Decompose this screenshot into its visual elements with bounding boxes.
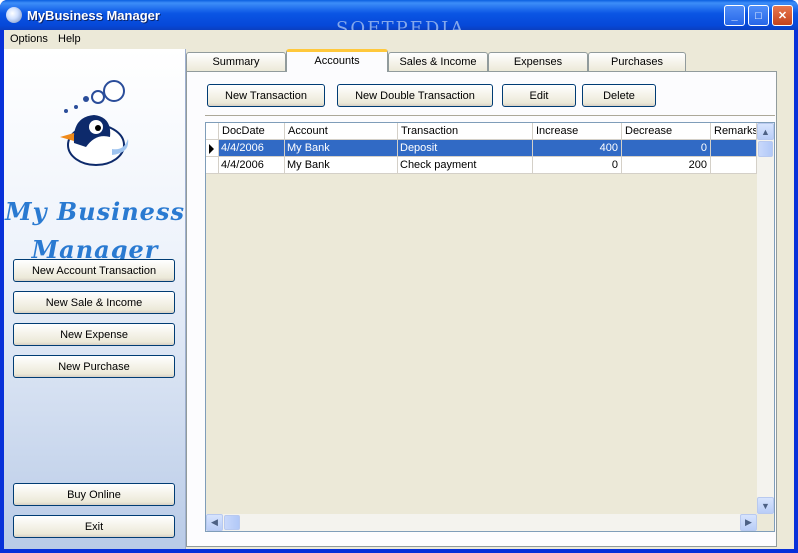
tab-accounts[interactable]: Accounts	[286, 49, 388, 72]
menu-options[interactable]: Options	[10, 33, 48, 45]
menu-bar: Options Help	[4, 30, 794, 49]
scroll-down-icon[interactable]: ▼	[757, 497, 774, 514]
row-header[interactable]	[206, 140, 219, 157]
cell-decrease[interactable]: 200	[622, 157, 711, 174]
horizontal-scrollbar[interactable]: ◀ ▶	[206, 514, 757, 531]
scroll-right-icon[interactable]: ▶	[740, 514, 757, 531]
column-header-increase[interactable]: Increase	[533, 123, 622, 140]
new-account-transaction-button[interactable]: New Account Transaction	[13, 259, 175, 282]
tab-purchases[interactable]: Purchases	[588, 52, 686, 71]
column-header-account[interactable]: Account	[285, 123, 398, 140]
new-transaction-button[interactable]: New Transaction	[207, 84, 325, 107]
column-header-docdate[interactable]: DocDate	[219, 123, 285, 140]
cell-remarks[interactable]	[711, 157, 757, 174]
new-purchase-button[interactable]: New Purchase	[13, 355, 175, 378]
cell-account[interactable]: My Bank	[285, 140, 398, 157]
scroll-corner	[757, 514, 774, 531]
client-area: Options Help My Business Manager New Acc…	[4, 30, 794, 549]
sidebar: My Business Manager New Account Transact…	[4, 49, 186, 549]
brand-line-1: My Business	[5, 197, 185, 226]
column-header-transaction[interactable]: Transaction	[398, 123, 533, 140]
vertical-scroll-thumb[interactable]	[758, 141, 773, 157]
delete-button[interactable]: Delete	[582, 84, 656, 107]
maximize-button[interactable]: □	[748, 5, 769, 26]
cell-docdate[interactable]: 4/4/2006	[219, 140, 285, 157]
column-header-remarks[interactable]: Remarks	[711, 123, 757, 140]
vertical-scrollbar[interactable]: ▲ ▼	[757, 123, 774, 514]
grid-corner	[206, 123, 219, 140]
exit-button[interactable]: Exit	[13, 515, 175, 538]
cell-docdate[interactable]: 4/4/2006	[219, 157, 285, 174]
row-header[interactable]	[206, 157, 219, 174]
horizontal-scroll-thumb[interactable]	[224, 515, 240, 530]
cell-transaction[interactable]: Deposit	[398, 140, 533, 157]
close-button[interactable]: ✕	[772, 5, 793, 26]
toolbar-separator	[205, 115, 775, 116]
cell-increase[interactable]: 0	[533, 157, 622, 174]
app-window: MyBusiness Manager SOFTPEDIA _ □ ✕ Optio…	[0, 0, 798, 553]
tab-control: Summary Accounts Sales & Income Expenses…	[186, 49, 794, 549]
menu-help[interactable]: Help	[58, 33, 81, 45]
scroll-left-icon[interactable]: ◀	[206, 514, 223, 531]
tab-sales-income[interactable]: Sales & Income	[388, 52, 488, 71]
cell-increase[interactable]: 400	[533, 140, 622, 157]
cell-transaction[interactable]: Check payment	[398, 157, 533, 174]
row-pointer-icon	[209, 144, 214, 154]
scroll-up-icon[interactable]: ▲	[757, 123, 774, 140]
new-sale-income-button[interactable]: New Sale & Income	[13, 291, 175, 314]
minimize-button[interactable]: _	[724, 5, 745, 26]
cell-remarks[interactable]	[711, 140, 757, 157]
new-expense-button[interactable]: New Expense	[13, 323, 175, 346]
window-title: MyBusiness Manager	[27, 8, 160, 23]
penguin-logo	[60, 80, 129, 166]
new-double-transaction-button[interactable]: New Double Transaction	[337, 84, 493, 107]
accounts-panel: New Transaction New Double Transaction E…	[186, 71, 777, 547]
title-bar[interactable]: MyBusiness Manager SOFTPEDIA _ □ ✕	[0, 0, 798, 39]
edit-button[interactable]: Edit	[502, 84, 576, 107]
transactions-grid[interactable]: DocDate Account Transaction Increase Dec…	[205, 122, 775, 532]
tab-summary[interactable]: Summary	[186, 52, 286, 71]
app-icon[interactable]	[6, 7, 22, 23]
cell-decrease[interactable]: 0	[622, 140, 711, 157]
column-header-decrease[interactable]: Decrease	[622, 123, 711, 140]
tab-expenses[interactable]: Expenses	[488, 52, 588, 71]
cell-account[interactable]: My Bank	[285, 157, 398, 174]
buy-online-button[interactable]: Buy Online	[13, 483, 175, 506]
